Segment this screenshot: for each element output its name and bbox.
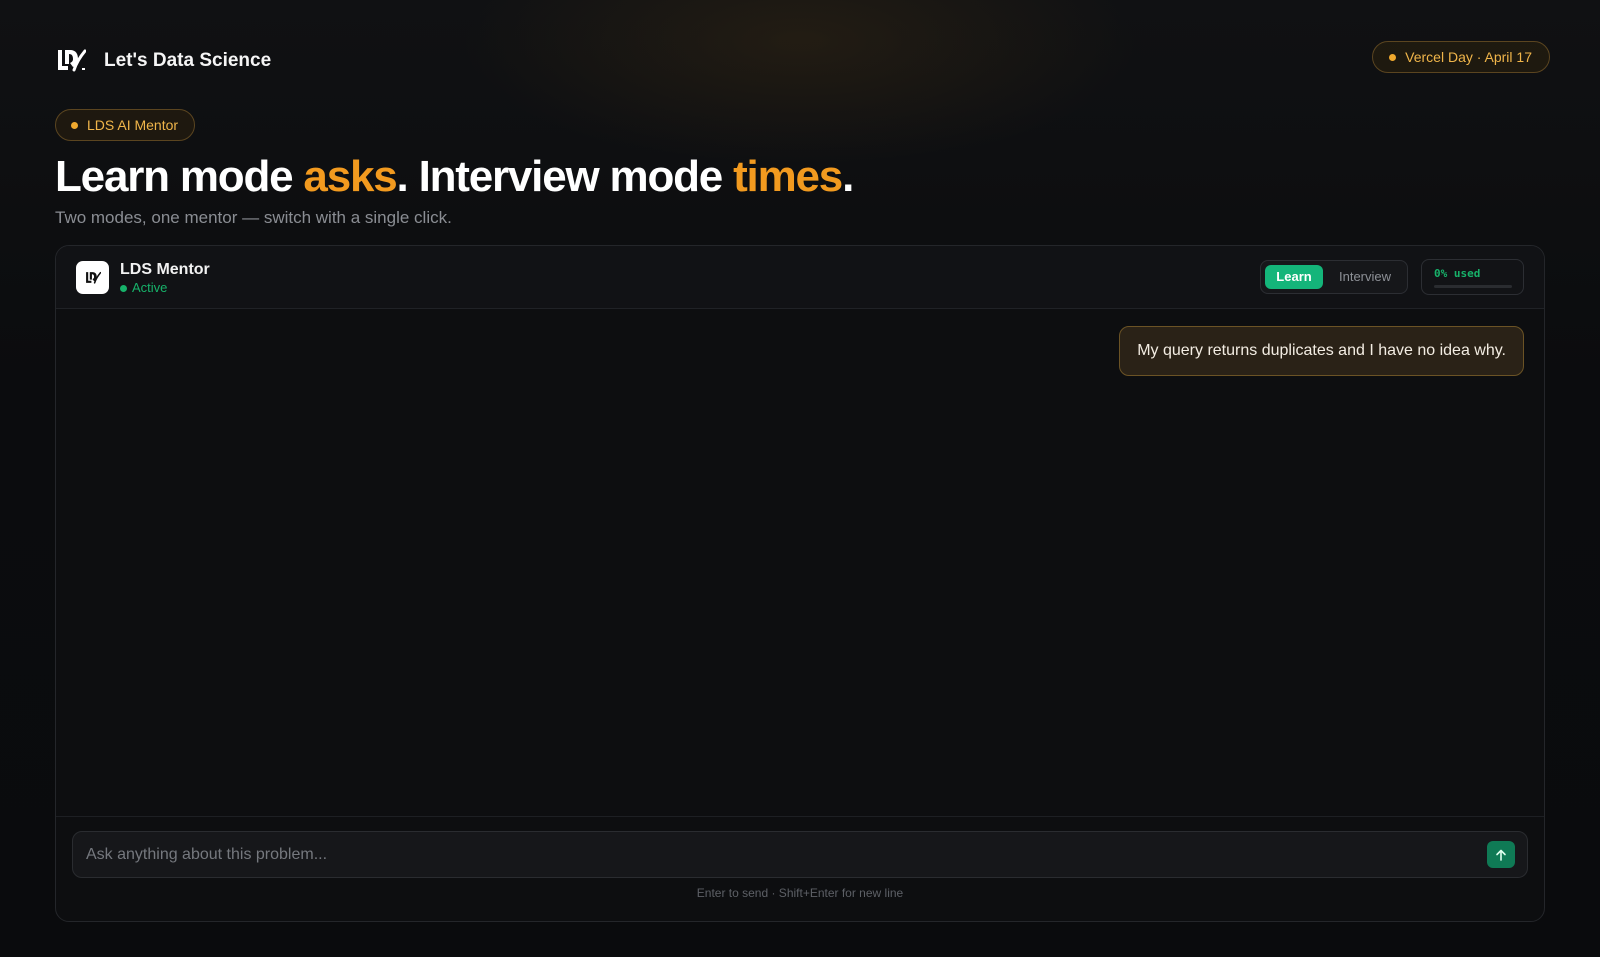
- learn-mode-button[interactable]: Learn: [1265, 265, 1323, 289]
- tag-dot-icon: [71, 121, 78, 129]
- composer: [72, 831, 1528, 878]
- headline-accent-asks: asks: [303, 152, 397, 201]
- mentor-status: Active: [120, 280, 167, 296]
- user-message: My query returns duplicates and I have n…: [1119, 326, 1524, 376]
- page: Let's Data Science Vercel Day · April 17…: [0, 0, 1600, 957]
- avatar: [76, 261, 109, 294]
- headline-part-1: Learn mode: [55, 152, 304, 201]
- arrow-up-icon: [1496, 849, 1506, 861]
- send-button[interactable]: [1487, 841, 1515, 868]
- composer-hint: Enter to send · Shift+Enter for new line: [696, 886, 904, 900]
- event-badge-label: Vercel Day · April 17: [1405, 49, 1532, 65]
- brand-name[interactable]: Let's Data Science: [104, 48, 271, 74]
- message-list: My query returns duplicates and I have n…: [56, 309, 1544, 816]
- usage-label: 0% used: [1434, 267, 1481, 280]
- composer-area: Enter to send · Shift+Enter for new line: [56, 816, 1544, 921]
- status-dot-icon: [120, 284, 127, 292]
- headline-part-2: . Interview mode: [396, 152, 734, 201]
- event-badge[interactable]: Vercel Day · April 17: [1372, 41, 1550, 73]
- page-title: Learn mode asks. Interview mode times.: [55, 150, 854, 204]
- message-input[interactable]: [73, 832, 1453, 877]
- status-label: Active: [132, 280, 168, 295]
- mode-toggle: Learn Interview: [1260, 260, 1408, 294]
- headline-part-3: .: [842, 152, 854, 201]
- mentor-tag-label: LDS AI Mentor: [87, 117, 179, 133]
- badge-dot-icon: [1389, 53, 1397, 61]
- chat-header: LDS Mentor Active Learn Interview 0% use…: [56, 246, 1544, 309]
- usage-meter: 0% used: [1421, 259, 1524, 295]
- chat-panel: LDS Mentor Active Learn Interview 0% use…: [55, 245, 1545, 922]
- page-subtitle: Two modes, one mentor — switch with a si…: [55, 208, 452, 227]
- lds-avatar-logo-icon: [85, 271, 101, 284]
- usage-track: [1434, 285, 1512, 288]
- mentor-tag: LDS AI Mentor: [55, 109, 196, 141]
- interview-mode-button[interactable]: Interview: [1327, 265, 1403, 289]
- mentor-name: LDS Mentor: [120, 261, 210, 278]
- lds-logo-icon[interactable]: [56, 48, 86, 72]
- headline-accent-times: times: [733, 152, 843, 201]
